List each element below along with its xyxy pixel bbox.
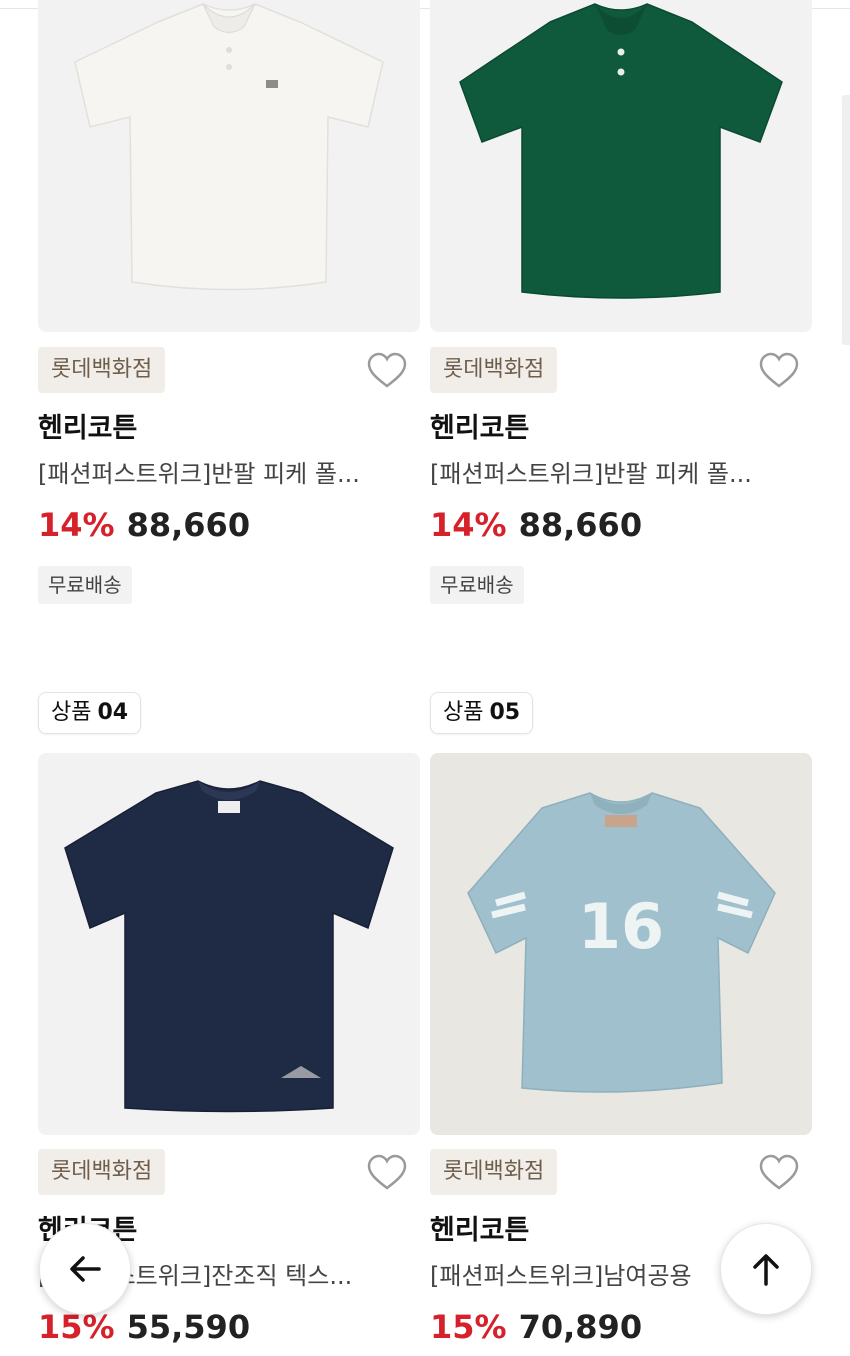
product-title[interactable]: [패션퍼스트위크]반팔 피케 폴... [38,454,418,489]
arrow-up-icon [753,1254,779,1286]
product-image[interactable] [38,753,420,1135]
heart-icon[interactable] [758,1152,800,1194]
discount-rate: 14% [430,506,507,544]
shipping-badge: 무료배송 [38,566,132,604]
store-tag: 롯데백화점 [38,1149,166,1195]
shipping-badge: 무료배송 [430,566,524,604]
product-number-badge: 상품 05 [430,692,534,734]
price-row: 15% 70,890 [430,1308,642,1346]
brand-name: 헨리코튼 [38,413,138,444]
store-tag: 롯데백화점 [430,1149,558,1195]
brand-name: 헨리코튼 [430,1215,530,1246]
discount-rate: 15% [430,1308,507,1346]
back-button[interactable] [39,1223,131,1315]
arrow-left-icon [70,1256,101,1282]
badge-number: 05 [489,700,521,725]
product-title[interactable]: [패션퍼스트위크]반팔 피케 폴... [430,454,810,489]
product-image[interactable]: 16 [430,753,812,1135]
shirt-print-number: 16 [578,890,664,963]
price-row: 14% 88,660 [38,506,250,544]
price-row: 15% 55,590 [38,1308,250,1346]
brand-name: 헨리코튼 [430,413,530,444]
sale-price: 70,890 [518,1308,643,1346]
store-tag: 롯데백화점 [430,347,558,393]
sale-price: 88,660 [126,506,251,544]
heart-icon[interactable] [758,350,800,392]
scroll-top-button[interactable] [720,1223,812,1315]
price-row: 14% 88,660 [430,506,642,544]
heart-icon[interactable] [366,350,408,392]
badge-label: 상품 [51,700,92,725]
next-item-peek [842,95,850,345]
product-image[interactable] [430,0,812,332]
sale-price: 88,660 [518,506,643,544]
product-image[interactable] [38,0,420,332]
heart-icon[interactable] [366,1152,408,1194]
store-tag: 롯데백화점 [38,347,166,393]
product-number-badge: 상품 04 [38,692,142,734]
sale-price: 55,590 [126,1308,251,1346]
badge-number: 04 [97,700,129,725]
discount-rate: 14% [38,506,115,544]
badge-label: 상품 [443,700,484,725]
